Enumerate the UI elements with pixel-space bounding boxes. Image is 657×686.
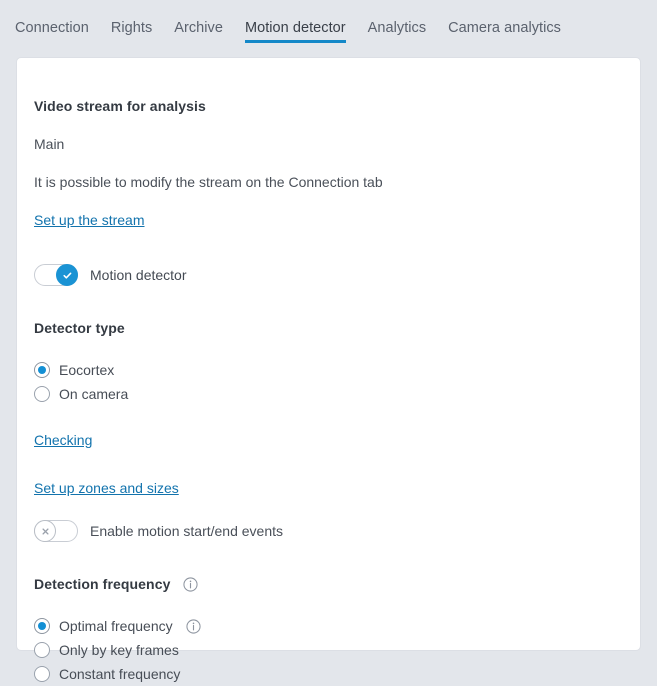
radio-detector-type-eocortex[interactable]: Eocortex [34,358,640,382]
detection-frequency-heading-row: Detection frequency [34,576,640,592]
tab-bar: Connection Rights Archive Motion detecto… [0,0,657,57]
info-icon[interactable] [186,618,201,634]
set-up-zones-and-sizes-link[interactable]: Set up zones and sizes [34,480,179,496]
radio-detector-type-eocortex-label: Eocortex [59,362,115,378]
motion-detector-settings-card: Video stream for analysis Main It is pos… [16,57,641,682]
checking-link[interactable]: Checking [34,432,92,448]
tab-analytics-label: Analytics [367,20,427,36]
radio-detection-frequency-constant-label: Constant frequency [59,666,181,682]
tab-archive[interactable]: Archive [174,0,223,48]
tab-camera-analytics-label: Camera analytics [448,20,561,36]
tab-rights-label: Rights [110,20,153,36]
radio-button-icon [34,386,50,402]
radio-button-icon [34,642,50,658]
motion-detector-toggle-row: Motion detector [34,264,640,286]
tab-archive-label: Archive [174,20,223,36]
detector-type-heading: Detector type [34,320,125,336]
motion-events-toggle-row: Enable motion start/end events [34,520,640,542]
video-stream-heading: Video stream for analysis [34,98,206,114]
tab-motion-detector-label: Motion detector [244,20,346,36]
tab-analytics[interactable]: Analytics [368,0,426,48]
radio-detector-type-on-camera-label: On camera [59,386,129,402]
radio-detection-frequency-optimal-label: Optimal frequency [59,618,173,634]
motion-events-toggle[interactable] [34,520,78,542]
tab-camera-analytics[interactable]: Camera analytics [448,0,561,48]
motion-events-toggle-label: Enable motion start/end events [90,523,284,539]
motion-detector-toggle-label: Motion detector [90,267,187,283]
radio-button-icon [34,666,50,682]
video-stream-hint: It is possible to modify the stream on t… [34,174,383,190]
tab-rights[interactable]: Rights [111,0,152,48]
radio-button-icon [34,618,50,634]
set-up-the-stream-link[interactable]: Set up the stream [34,212,145,228]
check-icon [56,264,78,286]
cross-icon [34,520,56,542]
radio-detection-frequency-key-frames[interactable]: Only by key frames [34,638,640,662]
radio-button-icon [34,362,50,378]
motion-detector-toggle[interactable] [34,264,78,286]
tab-connection[interactable]: Connection [15,0,89,48]
radio-detection-frequency-constant[interactable]: Constant frequency [34,662,640,686]
detection-frequency-heading: Detection frequency [34,576,171,592]
radio-detection-frequency-key-frames-label: Only by key frames [59,642,179,658]
info-icon[interactable] [182,576,198,592]
video-stream-value: Main [34,136,65,152]
radio-detection-frequency-optimal[interactable]: Optimal frequency [34,614,640,638]
card-content: Video stream for analysis Main It is pos… [17,58,640,686]
radio-detector-type-on-camera[interactable]: On camera [34,382,640,406]
tab-connection-label: Connection [15,20,89,36]
tab-motion-detector[interactable]: Motion detector [244,0,346,48]
